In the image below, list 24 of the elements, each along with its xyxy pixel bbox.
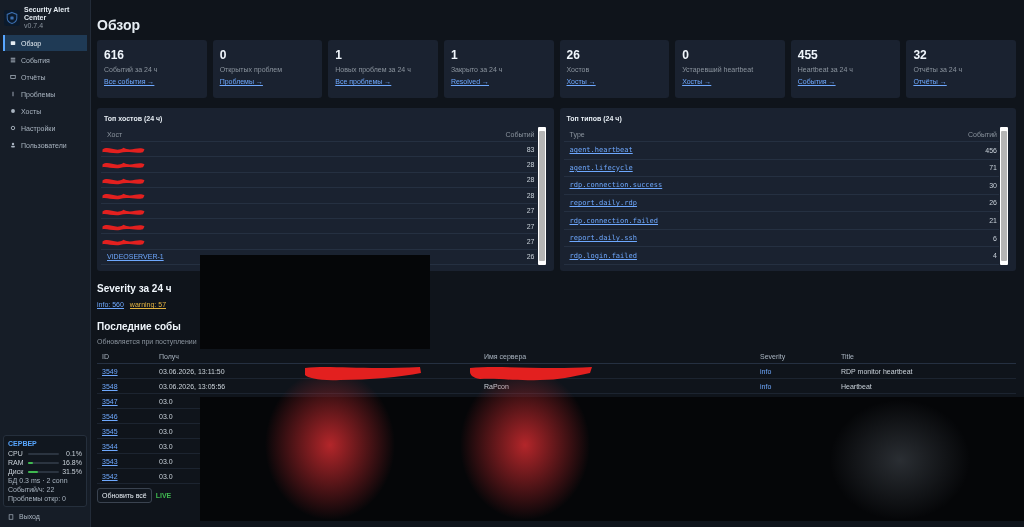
stat-value: 455 [797, 48, 819, 62]
shield-logo-icon [4, 9, 20, 26]
redaction-scribble [101, 160, 146, 170]
stat-value: 32 [913, 48, 928, 62]
section-title: Severity за 24 ч [97, 283, 173, 294]
redaction-scribble [101, 145, 146, 154]
gear-icon [10, 125, 16, 132]
stat-value: 1 [450, 48, 459, 62]
door-icon [8, 513, 14, 520]
scrollbar[interactable] [537, 127, 546, 265]
stat-value: 26 [566, 48, 581, 62]
user-icon [10, 142, 16, 149]
redaction-scribble [101, 191, 146, 201]
dot-icon [10, 108, 16, 115]
page-title: Обзор [97, 17, 142, 33]
stat-value: 0 [219, 48, 228, 62]
list-icon [10, 57, 16, 64]
stat-value: 0 [682, 48, 690, 62]
tray-icon [10, 74, 16, 81]
section-title: Последние собы [97, 321, 182, 332]
stat-value: 616 [104, 48, 126, 62]
scrollbar[interactable] [1000, 127, 1008, 265]
stat-value: 1 [335, 48, 343, 62]
redaction-scribble [101, 237, 146, 247]
